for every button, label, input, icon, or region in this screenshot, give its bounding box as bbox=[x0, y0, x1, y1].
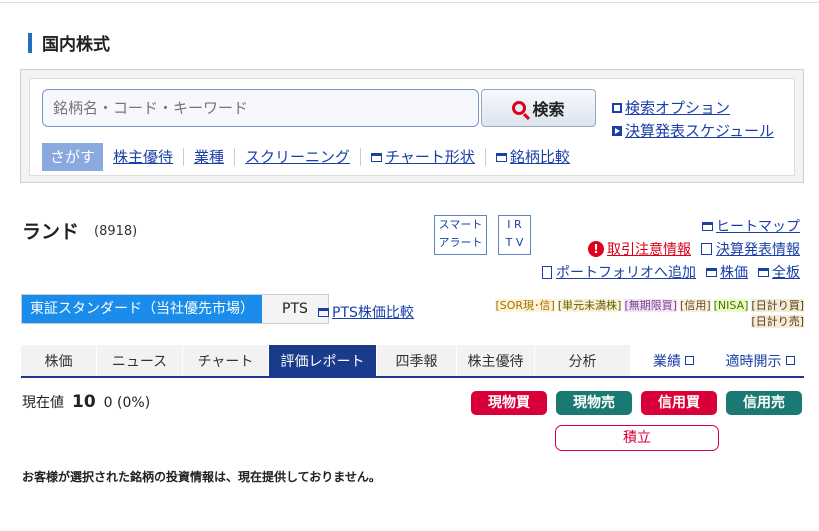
heatmap-link[interactable]: ヒートマップ bbox=[702, 216, 800, 236]
tab-sagasu[interactable]: さがす bbox=[42, 143, 104, 171]
stock-code: (8918) bbox=[94, 224, 138, 239]
market-tabs: 東証スタンダード（当社優先市場） PTS bbox=[21, 294, 329, 324]
section-header: 国内株式 bbox=[28, 30, 110, 55]
badge-sor: [SOR現･信] bbox=[495, 299, 555, 312]
tab-stock-compare[interactable]: 銘柄比較 bbox=[486, 148, 580, 166]
right-links-row3: ポートフォリオへ追加 株価 全板 bbox=[542, 262, 800, 282]
cash-sell-button[interactable]: 現物売 bbox=[556, 391, 632, 415]
stock-price-label: 株価 bbox=[720, 265, 748, 281]
warning-icon: ! bbox=[588, 241, 604, 257]
page-title: 国内株式 bbox=[42, 35, 110, 55]
search-panel: 検索 検索オプション 決算発表スケジュール さがす 株主優待 業種 スクリーニン… bbox=[20, 69, 804, 183]
smart-alert-button[interactable]: スマート アラート bbox=[434, 215, 487, 255]
window-icon bbox=[706, 267, 717, 277]
current-price-label: 現在値 bbox=[22, 395, 64, 411]
search-button[interactable]: 検索 bbox=[481, 89, 596, 127]
window-icon bbox=[371, 152, 383, 162]
document-icon bbox=[542, 265, 552, 279]
portfolio-add-link[interactable]: ポートフォリオへ追加 bbox=[542, 262, 696, 282]
window-icon bbox=[702, 221, 713, 231]
earnings-schedule-link[interactable]: 決算発表スケジュール bbox=[612, 120, 774, 141]
tab-tse-standard[interactable]: 東証スタンダード（当社優先市場） bbox=[22, 295, 262, 323]
tab-industry[interactable]: 業種 bbox=[184, 148, 236, 166]
accumulation-button[interactable]: 積立 bbox=[555, 425, 719, 451]
margin-sell-button[interactable]: 信用売 bbox=[726, 391, 802, 415]
earnings-info-label: 決算発表情報 bbox=[716, 242, 800, 258]
calculator-icon bbox=[701, 243, 712, 255]
badge-shinyo: [信用] bbox=[680, 299, 711, 312]
ir-tv-line2: T V bbox=[505, 236, 524, 249]
full-board-label: 全板 bbox=[772, 265, 800, 281]
pts-compare-label: PTS株価比較 bbox=[332, 305, 414, 321]
price-change: 0 (0%) bbox=[103, 395, 151, 411]
tab-stock-price[interactable]: 株価 bbox=[21, 345, 97, 376]
search-button-label: 検索 bbox=[532, 100, 565, 119]
tab-chart[interactable]: チャート bbox=[183, 345, 269, 376]
cash-buy-button[interactable]: 現物買 bbox=[471, 391, 547, 415]
current-price-row: 現在値 10 0 (0%) bbox=[22, 392, 150, 412]
ir-tv-line1: I R bbox=[507, 218, 522, 231]
info-unavailable-notice: お客様が選択された銘柄の投資情報は、現在提供しておりません。 bbox=[22, 470, 381, 484]
tab-chart-shape-label: チャート形状 bbox=[385, 148, 475, 166]
right-links-row2: ! 取引注意情報 決算発表情報 bbox=[588, 239, 800, 259]
title-accent-bar bbox=[28, 32, 32, 53]
stock-name: ランド bbox=[22, 221, 80, 243]
search-tabs: さがす 株主優待 業種 スクリーニング チャート形状 銘柄比較 bbox=[42, 143, 580, 171]
tab-stock-compare-label: 銘柄比較 bbox=[509, 148, 570, 166]
current-price-value: 10 bbox=[72, 392, 96, 412]
smart-alert-line2: アラート bbox=[438, 236, 483, 249]
badge-nisa: [NISA] bbox=[713, 299, 749, 312]
search-icon bbox=[512, 101, 527, 115]
tab-shikiho[interactable]: 四季報 bbox=[377, 345, 457, 376]
search-options-link[interactable]: 検索オプション bbox=[612, 97, 774, 118]
search-input[interactable] bbox=[42, 89, 479, 127]
trade-caution-link[interactable]: ! 取引注意情報 bbox=[588, 239, 691, 259]
tab-news[interactable]: ニュース bbox=[97, 345, 183, 376]
trading-badges: [SOR現･信] [単元未満株] [無期限買] [信用] [NISA] [日計り買] [日… bbox=[464, 298, 804, 330]
search-options-label: 検索オプション bbox=[625, 99, 731, 117]
portfolio-add-label: ポートフォリオへ追加 bbox=[556, 265, 696, 281]
tab-shareholder-benefits[interactable]: 株主優待 bbox=[103, 148, 185, 166]
external-link-icon bbox=[785, 356, 795, 365]
badge-hibakari-sell: [日計り売] bbox=[751, 315, 804, 328]
tab-chart-shape[interactable]: チャート形状 bbox=[361, 148, 486, 166]
tab-performance-label: 業績 bbox=[653, 353, 681, 370]
badge-hibakari-buy: [日計り買] bbox=[751, 299, 804, 312]
trade-buttons: 現物買 現物売 信用買 信用売 bbox=[471, 391, 802, 415]
badge-mukigen: [無期限買] bbox=[624, 299, 678, 312]
trade-caution-label: 取引注意情報 bbox=[607, 242, 691, 258]
tab-timely-disclosure[interactable]: 適時開示 bbox=[717, 345, 804, 376]
full-board-link[interactable]: 全板 bbox=[758, 262, 800, 282]
heatmap-label: ヒートマップ bbox=[716, 219, 800, 235]
earnings-schedule-label: 決算発表スケジュール bbox=[625, 122, 774, 140]
smart-alert-line1: スマート bbox=[438, 218, 483, 231]
tab-shareholder-benefits-nav[interactable]: 株主優待 bbox=[457, 345, 535, 376]
window-icon bbox=[495, 152, 507, 162]
search-side-links: 検索オプション 決算発表スケジュール bbox=[612, 97, 774, 141]
tab-analysis[interactable]: 分析 bbox=[535, 345, 631, 376]
tab-timely-disclosure-label: 適時開示 bbox=[725, 353, 782, 370]
arrow-right-icon bbox=[612, 125, 622, 136]
window-icon bbox=[758, 267, 769, 277]
options-icon bbox=[612, 102, 622, 113]
tab-screening[interactable]: スクリーニング bbox=[235, 148, 362, 166]
tab-rating-report[interactable]: 評価レポート bbox=[269, 345, 377, 376]
badge-tangen: [単元未満株] bbox=[557, 299, 622, 312]
external-link-icon bbox=[685, 356, 694, 365]
search-panel-inner: 検索 検索オプション 決算発表スケジュール さがす 株主優待 業種 スクリーニン… bbox=[29, 78, 795, 176]
stock-nav-tabs: 株価 ニュース チャート 評価レポート 四季報 株主優待 分析 業績 適時開示 bbox=[21, 345, 804, 378]
margin-buy-button[interactable]: 信用買 bbox=[641, 391, 717, 415]
tab-performance[interactable]: 業績 bbox=[631, 345, 717, 376]
top-divider bbox=[0, 0, 819, 3]
pts-compare-link[interactable]: PTS株価比較 bbox=[318, 302, 414, 322]
ir-tv-button[interactable]: I R T V bbox=[498, 215, 531, 255]
right-links-row1: ヒートマップ bbox=[702, 216, 800, 236]
stock-price-link[interactable]: 株価 bbox=[706, 262, 748, 282]
earnings-info-link[interactable]: 決算発表情報 bbox=[701, 239, 800, 259]
window-icon bbox=[318, 307, 329, 317]
